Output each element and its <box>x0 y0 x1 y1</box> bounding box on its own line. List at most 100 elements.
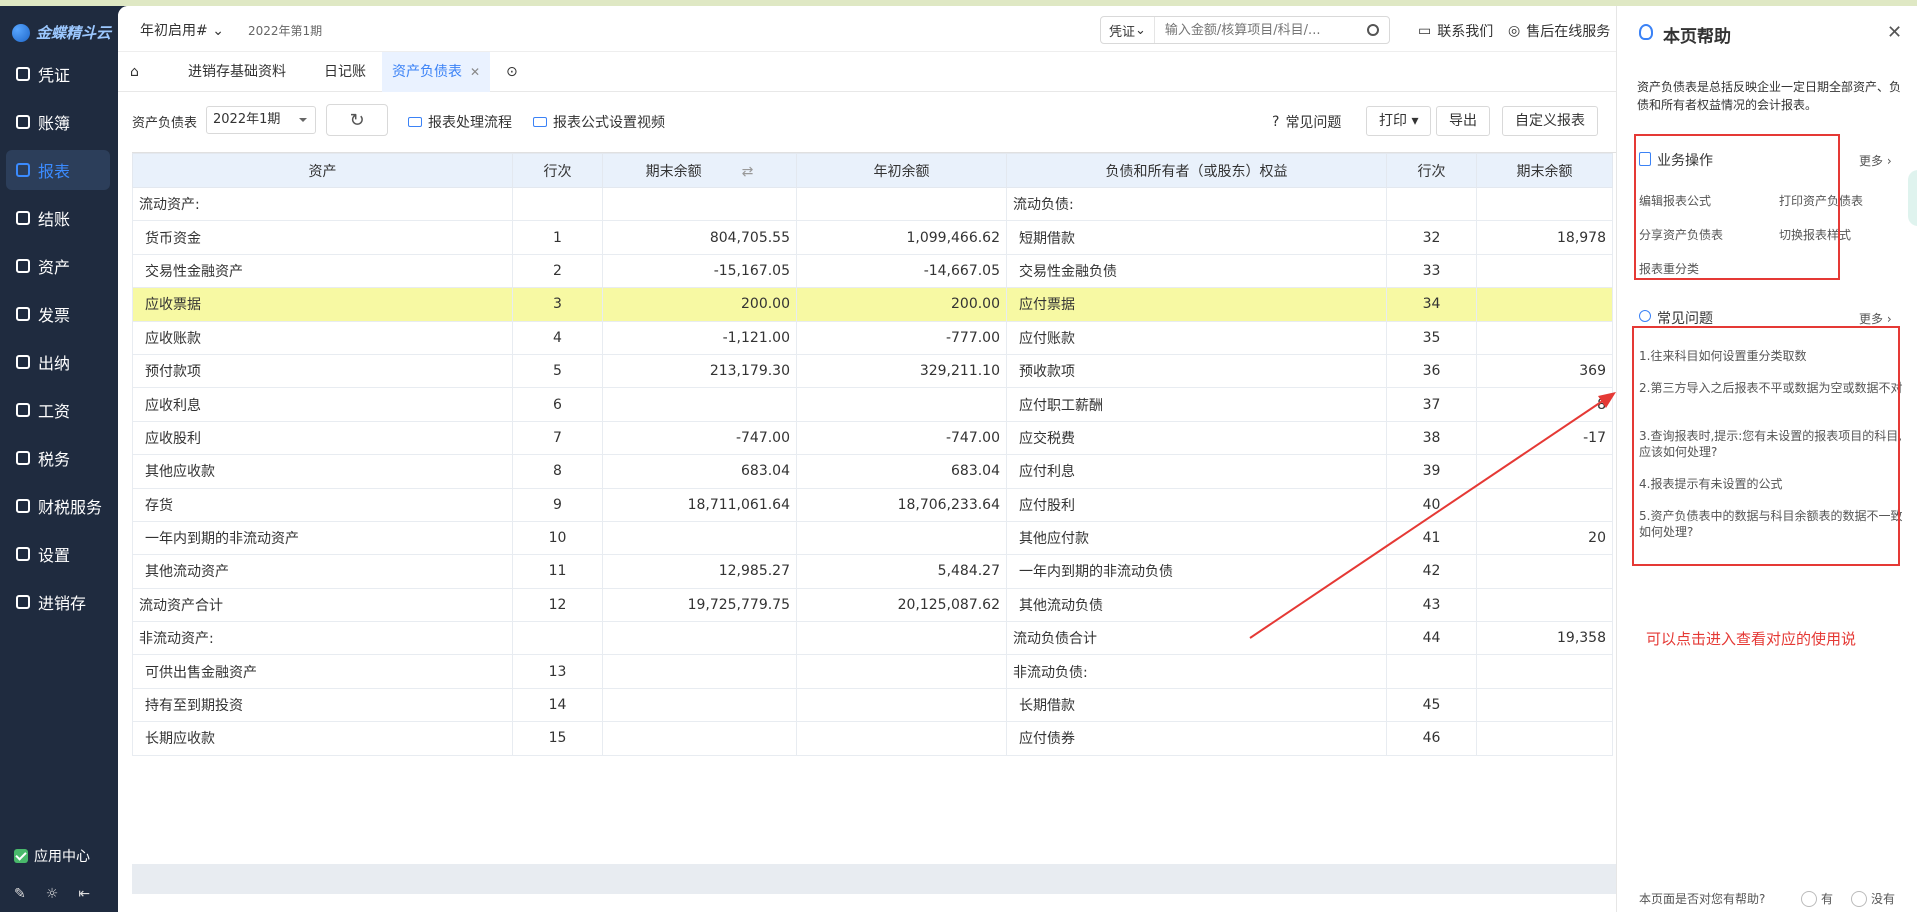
table-row[interactable]: 其他流动资产 11 12,985.27 5,484.27 一年内到期的非流动负债 42 <box>132 554 1613 589</box>
table-cell[interactable] <box>1476 186 1613 222</box>
close-icon[interactable]: ✕ <box>470 65 480 79</box>
table-row[interactable]: 可供出售金融资产 13 非流动负债: <box>132 654 1613 689</box>
table-cell[interactable] <box>796 186 1007 222</box>
sidebar-item-cashier[interactable]: 出纳 <box>6 342 110 382</box>
table-cell[interactable]: 200.00 <box>796 287 1007 322</box>
table-row[interactable]: 非流动资产: 流动负债合计 44 19,358 <box>132 621 1613 656</box>
sidebar-item-salary[interactable]: 工资 <box>6 390 110 430</box>
table-row[interactable]: 长期应收款 15 应付债券 46 <box>132 721 1613 756</box>
table-cell[interactable] <box>602 621 797 656</box>
table-cell[interactable] <box>796 621 1007 656</box>
feedback-yes[interactable]: 有 <box>1801 890 1833 907</box>
custom-report-button[interactable]: 自定义报表 <box>1502 106 1598 136</box>
table-cell[interactable]: 19,358 <box>1476 621 1613 656</box>
table-row[interactable]: 货币资金 1 804,705.55 1,099,466.62 短期借款 32 18,978 <box>132 220 1613 255</box>
report-flow-link[interactable]: 报表处理流程 <box>408 112 512 132</box>
table-cell[interactable] <box>1476 253 1613 289</box>
table-row[interactable]: 一年内到期的非流动资产 10 其他应付款 41 20 <box>132 520 1613 556</box>
table-cell[interactable]: 683.04 <box>796 454 1007 489</box>
table-cell[interactable]: -17 <box>1476 420 1613 456</box>
tab-journal[interactable]: 日记账 <box>324 52 366 92</box>
close-icon[interactable]: ✕ <box>1887 22 1902 43</box>
table-row[interactable]: 应收股利 7 -747.00 -747.00 应交税费 38 -17 <box>132 420 1613 456</box>
app-center-link[interactable]: 应用中心 <box>14 846 90 866</box>
table-cell[interactable]: 213,179.30 <box>602 353 797 389</box>
floating-assistant-tab[interactable] <box>1908 170 1917 226</box>
table-cell[interactable] <box>602 721 797 756</box>
table-cell[interactable]: -14,667.05 <box>796 253 1007 289</box>
table-cell[interactable] <box>1476 587 1613 623</box>
table-cell[interactable]: 200.00 <box>602 287 797 322</box>
table-cell[interactable]: 5,484.27 <box>796 554 1007 589</box>
formula-video-link[interactable]: 报表公式设置视频 <box>533 112 665 132</box>
table-cell[interactable]: 8 <box>1476 387 1613 422</box>
table-row[interactable]: 交易性金融资产 2 -15,167.05 -14,667.05 交易性金融负债 33 <box>132 253 1613 289</box>
faq-link[interactable]: ? 常见问题 <box>1272 112 1341 132</box>
table-cell[interactable]: 369 <box>1476 353 1613 389</box>
table-cell[interactable] <box>796 520 1007 556</box>
feedback-no[interactable]: 没有 <box>1851 890 1895 907</box>
table-cell[interactable]: 1,099,466.62 <box>796 220 1007 255</box>
table-cell[interactable]: -777.00 <box>796 320 1007 355</box>
table-cell[interactable] <box>1476 454 1613 489</box>
table-cell[interactable]: 20,125,087.62 <box>796 587 1007 623</box>
table-cell[interactable]: -15,167.05 <box>602 253 797 289</box>
table-cell[interactable]: 18,711,061.64 <box>602 487 797 522</box>
print-button[interactable]: 打印 ▾ <box>1366 106 1432 136</box>
sidebar-item-invoice[interactable]: 发票 <box>6 294 110 334</box>
home-tab[interactable]: ⌂ <box>130 52 139 92</box>
collapse-icon[interactable]: ⇤ <box>78 886 90 902</box>
edit-icon[interactable]: ✎ <box>14 886 26 902</box>
table-cell[interactable] <box>602 654 797 689</box>
sidebar-item-finance-service[interactable]: 财税服务 <box>6 486 110 526</box>
sidebar-item-inventory[interactable]: 进销存 <box>6 582 110 622</box>
table-scrollbar[interactable] <box>132 864 1616 894</box>
swap-columns-icon[interactable]: ⇄ <box>742 164 754 180</box>
search-icon[interactable] <box>1367 24 1379 36</box>
table-cell[interactable] <box>1476 654 1613 689</box>
sidebar-item-report[interactable]: 报表 <box>6 150 110 190</box>
table-cell[interactable]: -747.00 <box>602 420 797 456</box>
table-row[interactable]: 流动资产合计 12 19,725,779.75 20,125,087.62 其他流动负债… <box>132 587 1613 623</box>
service-link[interactable]: ◎ 售后在线服务 <box>1508 21 1610 41</box>
table-row[interactable]: 流动资产: 流动负债: <box>132 186 1613 222</box>
sidebar-item-ledger[interactable]: 账簿 <box>6 102 110 142</box>
table-cell[interactable]: 12,985.27 <box>602 554 797 589</box>
tab-inventory-basics[interactable]: 进销存基础资料 <box>188 52 286 92</box>
sidebar-item-closing[interactable]: 结账 <box>6 198 110 238</box>
table-row[interactable]: 存货 9 18,711,061.64 18,706,233.64 应付股利 40 <box>132 487 1613 522</box>
table-cell[interactable]: 19,725,779.75 <box>602 587 797 623</box>
table-cell[interactable]: -747.00 <box>796 420 1007 456</box>
theme-icon[interactable]: ☼ <box>46 886 59 902</box>
table-cell[interactable] <box>796 687 1007 723</box>
account-selector[interactable]: 年初启用# ⌄ <box>140 20 224 40</box>
table-row[interactable]: 应收账款 4 -1,121.00 -777.00 应付账款 35 <box>132 320 1613 355</box>
table-cell[interactable] <box>1476 287 1613 322</box>
table-cell[interactable] <box>602 687 797 723</box>
table-cell[interactable] <box>1476 487 1613 522</box>
table-cell[interactable]: 18,706,233.64 <box>796 487 1007 522</box>
sidebar-item-voucher[interactable]: 凭证 <box>6 54 110 94</box>
refresh-button[interactable]: ↻ <box>326 104 388 136</box>
sidebar-item-settings[interactable]: 设置 <box>6 534 110 574</box>
ops-more-link[interactable]: 更多 › <box>1859 152 1892 169</box>
table-cell[interactable]: -1,121.00 <box>602 320 797 355</box>
brand-logo[interactable]: 金蝶精斗云 <box>12 22 111 43</box>
table-cell[interactable] <box>1476 554 1613 589</box>
search-input[interactable] <box>1154 17 1367 43</box>
table-cell[interactable]: 329,211.10 <box>796 353 1007 389</box>
sidebar-item-asset[interactable]: 资产 <box>6 246 110 286</box>
table-cell[interactable] <box>602 186 797 222</box>
table-cell[interactable]: 683.04 <box>602 454 797 489</box>
contact-link[interactable]: ▭ 联系我们 <box>1418 21 1493 41</box>
tab-balance-sheet[interactable]: 资产负债表 ✕ <box>382 52 491 92</box>
table-cell[interactable] <box>602 520 797 556</box>
table-row[interactable]: 持有至到期投资 14 长期借款 45 <box>132 687 1613 723</box>
table-cell[interactable]: 18,978 <box>1476 220 1613 255</box>
table-cell[interactable] <box>1476 320 1613 355</box>
table-row[interactable]: 其他应收款 8 683.04 683.04 应付利息 39 <box>132 454 1613 489</box>
table-cell[interactable] <box>1476 721 1613 756</box>
tab-list-dropdown[interactable]: ⊙ <box>506 52 518 92</box>
sidebar-item-tax[interactable]: 税务 <box>6 438 110 478</box>
faq-more-link[interactable]: 更多 › <box>1859 310 1892 327</box>
